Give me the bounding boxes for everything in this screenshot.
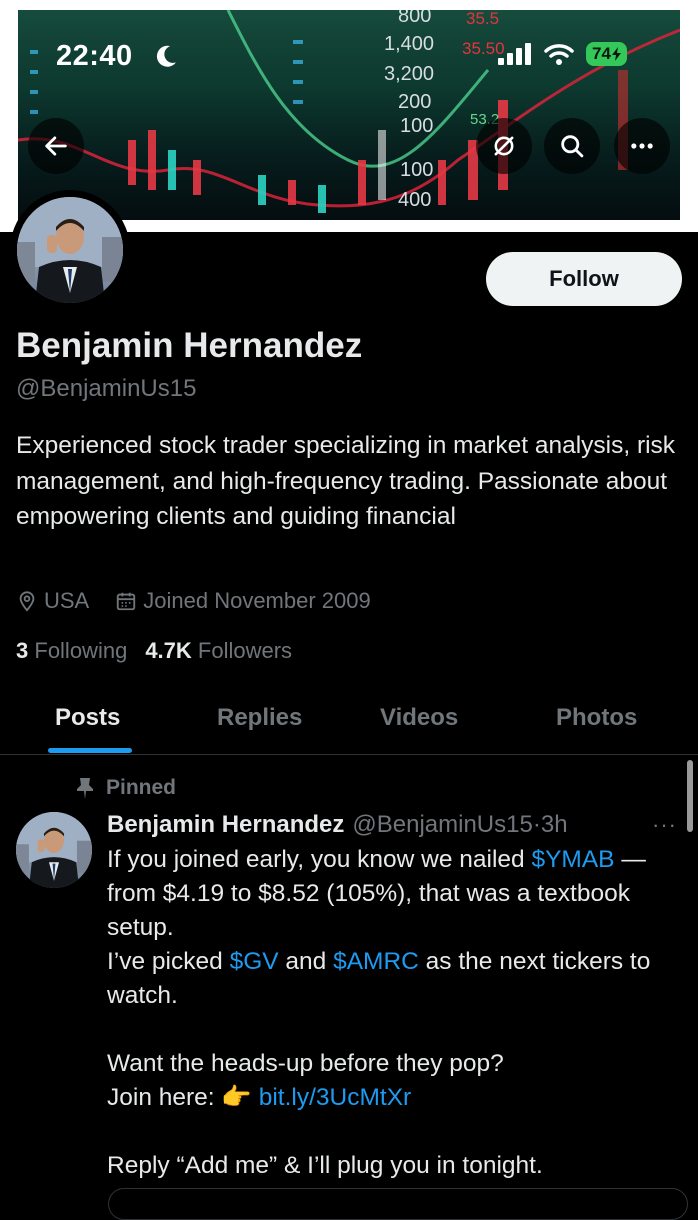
post-text-segment: and	[278, 948, 334, 975]
pinned-label: Pinned	[76, 776, 176, 800]
post-paragraph: Join here: 👉 bit.ly/3UcMtXr	[107, 1081, 685, 1115]
followers-count: 4.7K	[145, 638, 192, 663]
post-blank-line	[107, 1115, 685, 1149]
pointing-hand-emoji: 👉	[221, 1084, 252, 1111]
hide-button[interactable]	[476, 118, 532, 174]
post-author-name[interactable]: Benjamin Hernandez	[107, 811, 344, 839]
followers-link[interactable]: 4.7K Followers	[145, 638, 292, 664]
post-paragraph: I’ve picked $GV and $AMRC as the next ti…	[107, 945, 685, 1013]
battery-indicator: 74	[586, 42, 627, 66]
banner-number: 35.5	[466, 10, 499, 28]
search-icon	[561, 135, 584, 158]
follow-stats: 3 Following 4.7K Followers	[16, 638, 292, 664]
post-avatar[interactable]	[16, 812, 92, 888]
profile-tabs: Posts Replies Videos Photos	[0, 686, 698, 755]
post-header: Benjamin Hernandez @BenjaminUs15·3h	[107, 811, 568, 839]
avatar[interactable]	[17, 197, 123, 303]
wifi-icon	[544, 44, 574, 65]
join-date-text: Joined November 2009	[143, 588, 371, 613]
tab-posts[interactable]: Posts	[55, 704, 120, 732]
post-separator: ·	[532, 811, 541, 838]
location: USA	[16, 588, 89, 614]
post-link[interactable]: bit.ly/3UcMtXr	[259, 1084, 411, 1111]
profile-avatar-frame	[10, 190, 130, 310]
location-pin-icon	[19, 591, 35, 612]
banner-number: 800	[398, 10, 431, 27]
post-text-segment: Join here:	[107, 1084, 222, 1111]
status-time: 22:40	[56, 40, 133, 72]
post-blank-line	[107, 1013, 685, 1047]
signal-icon	[498, 43, 531, 65]
tab-replies[interactable]: Replies	[217, 704, 302, 732]
banner-number: 3,200	[384, 63, 434, 85]
eye-slash-icon	[494, 136, 514, 156]
banner-number: 100	[400, 115, 433, 137]
more-icon	[631, 143, 653, 149]
location-text: USA	[44, 588, 90, 613]
follow-button[interactable]: Follow	[486, 252, 682, 306]
post-text-segment: If you joined early, you know we nailed	[107, 846, 532, 873]
following-link[interactable]: 3 Following	[16, 638, 127, 664]
followers-label: Followers	[197, 638, 293, 663]
profile-bio: Experienced stock trader specializing in…	[16, 432, 676, 530]
join-date: Joined November 2009	[115, 588, 371, 614]
more-button[interactable]	[614, 118, 670, 174]
cashtag-link[interactable]: $GV	[230, 948, 279, 975]
status-indicators: 74	[498, 42, 627, 66]
calendar-icon	[117, 592, 136, 611]
post-handle-text: @BenjaminUs15	[352, 811, 533, 838]
pinned-text: Pinned	[106, 776, 177, 799]
post-paragraph: Want the heads-up before they pop?	[107, 1050, 504, 1077]
post-card-edge	[108, 1188, 688, 1220]
post-author-handle[interactable]: @BenjaminUs15·3h	[352, 811, 567, 839]
following-label: Following	[34, 638, 128, 663]
tab-videos[interactable]: Videos	[380, 704, 458, 732]
post-time: 3h	[540, 811, 568, 838]
profile-handle: @BenjaminUs15	[16, 375, 197, 402]
search-button[interactable]	[544, 118, 600, 174]
profile-name: Benjamin Hernandez	[16, 326, 363, 365]
battery-level: 74	[592, 44, 611, 63]
banner-number: 1,400	[384, 33, 434, 55]
pin-icon	[77, 778, 93, 799]
cashtag-link[interactable]: $YMAB	[531, 846, 614, 873]
banner-number: 200	[398, 91, 431, 113]
charging-bolt-icon	[611, 47, 621, 61]
post-text-segment: I’ve picked	[107, 948, 230, 975]
banner-number: 400	[398, 189, 431, 211]
post-paragraph: If you joined early, you know we nailed …	[107, 843, 685, 945]
cashtag-link[interactable]: $AMRC	[333, 948, 419, 975]
arrow-left-icon	[45, 136, 67, 156]
scrollbar[interactable]	[687, 760, 693, 832]
post-text: If you joined early, you know we nailed …	[107, 843, 685, 1183]
following-count: 3	[16, 638, 29, 663]
active-tab-indicator	[48, 748, 132, 753]
profile-meta: USA Joined November 2009	[16, 588, 397, 614]
banner-number: 100	[400, 159, 433, 181]
tab-photos[interactable]: Photos	[556, 704, 637, 732]
post-more-button[interactable]: ···	[652, 812, 677, 838]
post-paragraph: Reply “Add me” & I’ll plug you in tonigh…	[107, 1152, 543, 1179]
back-button[interactable]	[28, 118, 84, 174]
moon-icon	[156, 45, 176, 67]
